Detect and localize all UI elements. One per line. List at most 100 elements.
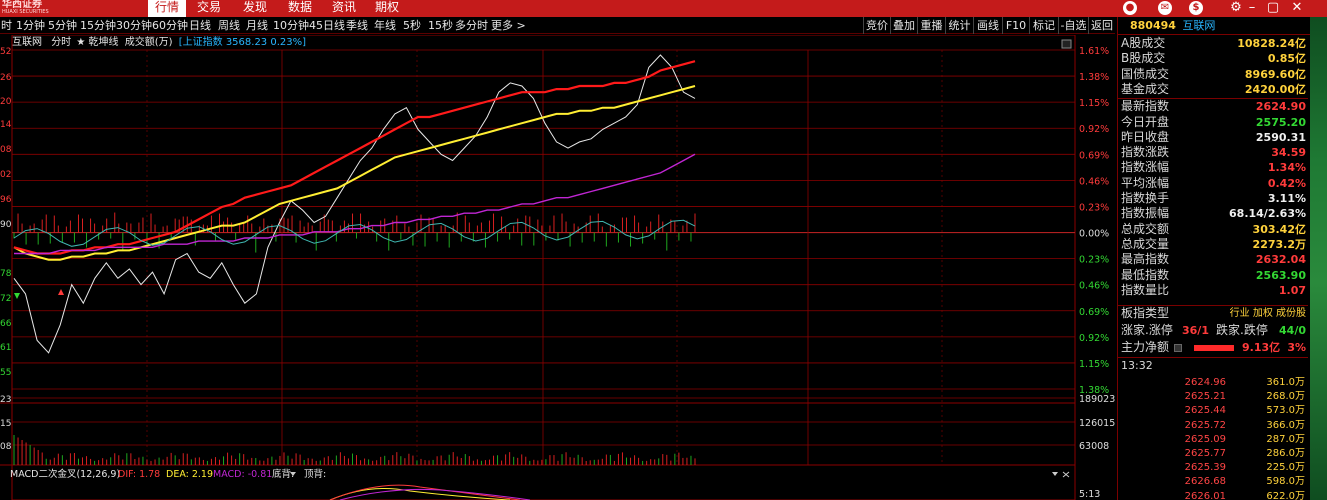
- stat-value: 0.85亿: [1267, 52, 1306, 66]
- period-tab-15sec[interactable]: 15秒: [428, 17, 453, 34]
- board-type-label: 板指类型: [1121, 306, 1170, 320]
- tick-row: 2625.44 573.0万: [1118, 404, 1308, 418]
- tick-row: 2626.01 622.0万: [1118, 490, 1308, 500]
- stat-label: A股成交: [1121, 36, 1166, 50]
- right-axis-tick: 0.00%: [1079, 229, 1109, 240]
- tool-mark[interactable]: 标记: [1029, 17, 1058, 34]
- stat-label: 总成交额: [1121, 221, 1170, 236]
- left-axis-tick: 66: [0, 319, 12, 329]
- stat-row: 最低指数 2563.90: [1118, 268, 1308, 283]
- main-flow-expand-icon[interactable]: [1174, 344, 1182, 352]
- board-type-value[interactable]: 行业 加权 成份股: [1230, 306, 1306, 321]
- stat-label: 指数量比: [1121, 282, 1170, 297]
- menu-data[interactable]: 数据: [283, 0, 317, 17]
- stat-value: 8969.60亿: [1244, 67, 1306, 81]
- maximize-icon[interactable]: ▢: [1264, 0, 1282, 17]
- period-tab-10min[interactable]: 10分钟: [273, 17, 309, 34]
- stat-value: 68.14/2.63%: [1229, 207, 1306, 221]
- tick-volume: 366.0万: [1266, 419, 1305, 431]
- tick-row: 2626.68 598.0万: [1118, 475, 1308, 489]
- stat-row: A股成交 10828.24亿: [1118, 36, 1308, 51]
- main-flow-bar: [1194, 345, 1234, 351]
- currency-icon[interactable]: $: [1189, 1, 1203, 15]
- period-tab-month[interactable]: 月线: [246, 17, 268, 34]
- stat-label: 指数涨跌: [1121, 145, 1170, 160]
- period-tab-more[interactable]: 更多 >: [491, 17, 526, 34]
- tool-stats[interactable]: 统计: [945, 17, 973, 34]
- tool-back[interactable]: 返回: [1088, 17, 1115, 34]
- right-axis-tick: 1.38%: [1079, 72, 1109, 83]
- updown-row: 涨家.涨停 36/1 跌家.跌停 44/0: [1118, 323, 1308, 338]
- series-line-teal: [13, 219, 696, 247]
- stat-row: 指数涨幅 1.34%: [1118, 160, 1308, 175]
- minimize-icon[interactable]: –: [1243, 0, 1261, 17]
- right-axis-tick: 1.61%: [1079, 46, 1109, 57]
- macd-legend: 底背:: [272, 468, 294, 480]
- series-line-yellow: [13, 85, 696, 261]
- tool-f10[interactable]: F10: [1002, 17, 1029, 34]
- stat-row: 总成交额 303.42亿: [1118, 222, 1308, 237]
- stat-value: 34.59: [1271, 146, 1306, 160]
- user-icon[interactable]: ●: [1123, 1, 1137, 15]
- down-count-value: 44/0: [1279, 324, 1306, 337]
- period-tab-year[interactable]: 年线: [374, 17, 396, 34]
- right-axis-tick: 0.92%: [1079, 333, 1109, 344]
- stat-label: 最新指数: [1121, 99, 1170, 114]
- period-tab-multi[interactable]: 多分时: [455, 17, 488, 34]
- tick-price: 2625.21: [1184, 391, 1226, 403]
- intraday-chart[interactable]: 1.61% 1.38% 1.15% 0.92% 0.69% 0.46% 0.23% 0.00%…: [0, 35, 1117, 500]
- sell-marker-icon: [14, 293, 20, 299]
- macd-close-icon: [1062, 471, 1070, 478]
- main-flow-pct: 3%: [1287, 341, 1306, 354]
- right-axis-tick: 0.69%: [1079, 150, 1109, 161]
- tool-auction[interactable]: 竞价: [863, 17, 890, 34]
- tool-watchlist[interactable]: -自选: [1058, 17, 1088, 34]
- right-axis-tick: 1.15%: [1079, 98, 1109, 109]
- stat-label: 平均涨幅: [1121, 175, 1170, 190]
- message-icon[interactable]: ✉: [1158, 1, 1172, 15]
- tick-volume: 286.0万: [1266, 448, 1305, 459]
- stat-value: 1.07: [1278, 283, 1306, 297]
- chart-indicator[interactable]: ★ 乾坤线: [76, 37, 118, 48]
- period-tab-60min[interactable]: 60分钟: [152, 17, 188, 34]
- macd-histogram-line: [339, 488, 531, 500]
- period-tab-quarter[interactable]: 季线: [346, 17, 368, 34]
- period-tab-45day[interactable]: 45日线: [309, 17, 345, 34]
- quote-header: 880494 互联网: [1118, 17, 1310, 35]
- stat-row: 指数换手 3.11%: [1118, 191, 1308, 206]
- tool-overlay[interactable]: 叠加: [890, 17, 917, 34]
- left-axis-tick: 90: [0, 220, 12, 230]
- tick-volume: 622.0万: [1266, 490, 1305, 500]
- tick-row: 2624.96 361.0万: [1118, 376, 1308, 390]
- menu-options[interactable]: 期权: [370, 0, 404, 17]
- period-tab-5min[interactable]: 5分钟: [48, 17, 77, 34]
- period-tab-1min[interactable]: 1分钟: [16, 17, 45, 34]
- volume-axis-tick: 189023: [1079, 394, 1115, 405]
- period-tab-day[interactable]: 日线: [189, 17, 211, 34]
- volume-axis-tick: 63008: [1079, 441, 1109, 452]
- stat-value: 2632.04: [1255, 253, 1306, 267]
- stat-row: 指数涨跌 34.59: [1118, 145, 1308, 160]
- tick-volume: 573.0万: [1266, 405, 1305, 417]
- period-tab-time[interactable]: 时: [1, 17, 12, 34]
- period-tab-30min[interactable]: 30分钟: [116, 17, 152, 34]
- stat-row: 总成交量 2273.2万: [1118, 237, 1308, 252]
- left-axis-tick: 26: [0, 73, 12, 83]
- menu-quotes[interactable]: 行情: [148, 0, 186, 17]
- up-count-value: 36/1: [1182, 324, 1209, 337]
- period-tab-15min[interactable]: 15分钟: [80, 17, 116, 34]
- period-tab-5sec[interactable]: 5秒: [403, 17, 421, 34]
- left-axis-tick: 02: [0, 170, 11, 180]
- tool-replay[interactable]: 重播: [917, 17, 945, 34]
- stat-row: 最新指数 2624.90: [1118, 99, 1308, 114]
- left-axis-tick: 14: [0, 120, 12, 130]
- menu-discover[interactable]: 发现: [238, 0, 272, 17]
- macd-legend: DIF: 1.78: [118, 469, 160, 480]
- menu-news[interactable]: 资讯: [327, 0, 361, 17]
- volume-axis-tick: 15: [0, 419, 11, 429]
- menu-trade[interactable]: 交易: [192, 0, 226, 17]
- tool-draw[interactable]: 画线: [973, 17, 1002, 34]
- stat-label: 指数涨幅: [1121, 160, 1170, 175]
- period-tab-week[interactable]: 周线: [218, 17, 240, 34]
- close-icon[interactable]: ✕: [1288, 0, 1306, 17]
